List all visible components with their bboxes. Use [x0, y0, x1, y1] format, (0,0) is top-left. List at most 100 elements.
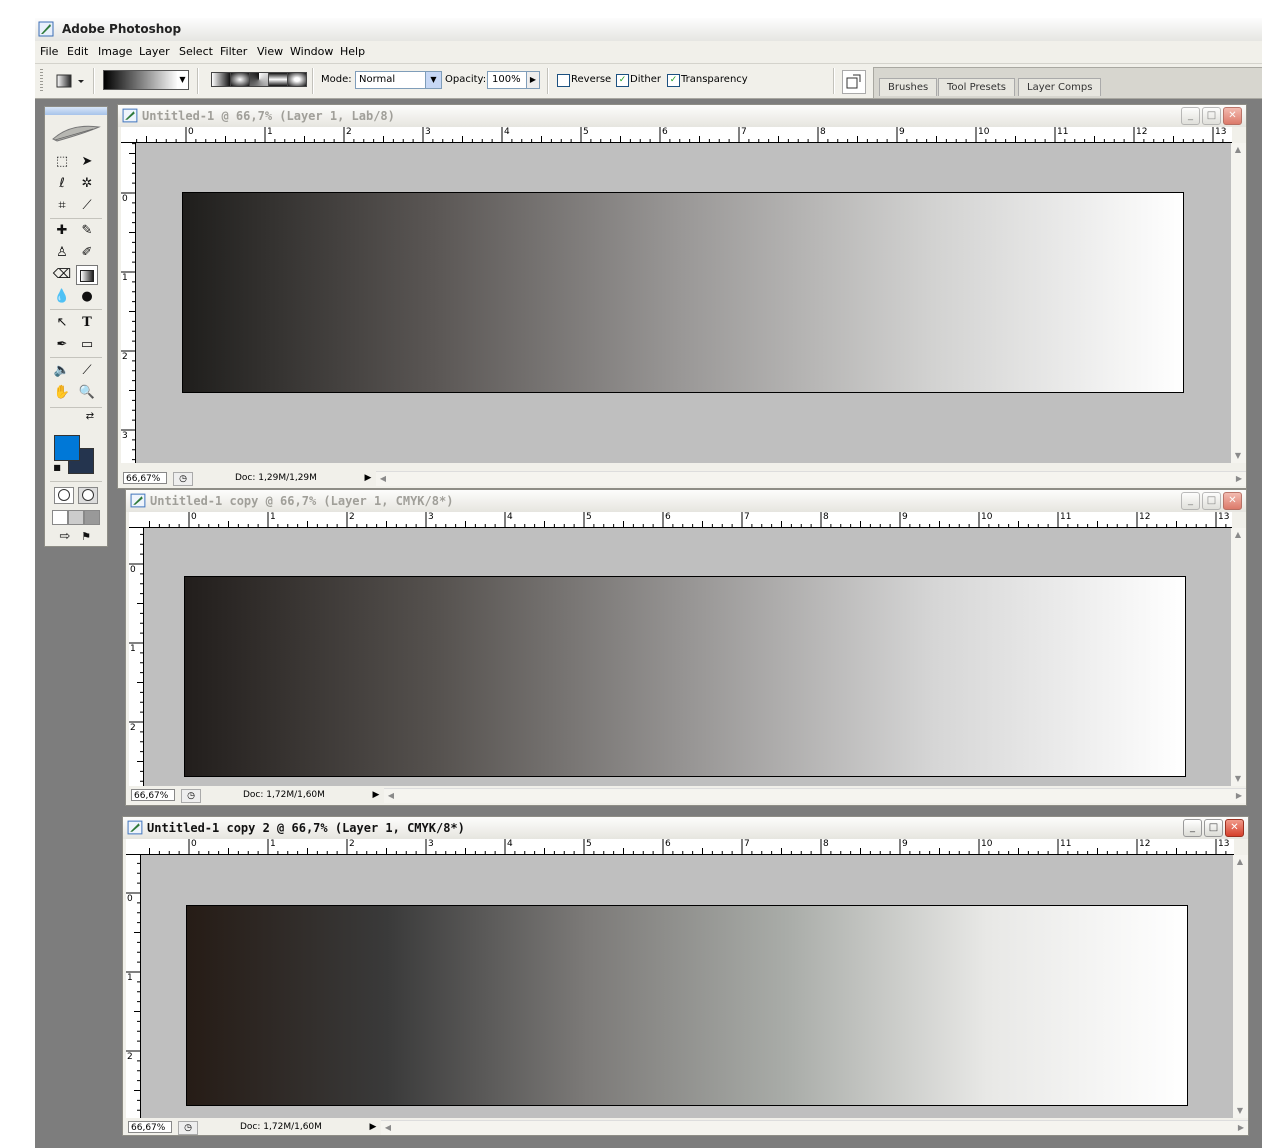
ruler-origin[interactable] — [129, 512, 145, 528]
eyedropper-tool-icon[interactable]: ⟋ — [76, 361, 98, 381]
scroll-up-icon[interactable]: ▲ — [1231, 528, 1245, 542]
move-tool-icon[interactable]: ➤ — [76, 152, 98, 172]
close-button[interactable]: ✕ — [1225, 819, 1244, 837]
gradient-picker-preview[interactable] — [103, 70, 179, 90]
document-window-2[interactable]: Untitled-1 copy @ 66,7% (Layer 1, CMYK/8… — [125, 489, 1247, 806]
zoom-field[interactable]: 66,67% — [131, 789, 175, 801]
standard-mode-button[interactable] — [54, 487, 74, 504]
linear-gradient-button[interactable] — [211, 72, 231, 87]
menu-layer[interactable]: Layer — [139, 45, 170, 58]
minimize-button[interactable]: _ — [1183, 819, 1202, 837]
zoom-field[interactable]: 66,67% — [123, 472, 167, 484]
minimize-button[interactable]: _ — [1181, 492, 1200, 510]
document-3-canvas[interactable] — [141, 855, 1234, 1118]
scroll-right-icon[interactable]: ▶ — [1232, 472, 1246, 486]
opacity-field[interactable]: 100% ▶ — [487, 71, 540, 89]
options-bar-grip[interactable] — [40, 69, 43, 93]
vertical-scrollbar[interactable]: ▲ ▼ — [1231, 528, 1246, 786]
gradient-layer[interactable] — [182, 192, 1184, 393]
blur-tool-icon[interactable]: 💧 — [51, 287, 73, 307]
menu-help[interactable]: Help — [340, 45, 365, 58]
transparency-checkbox[interactable]: ✓ — [667, 74, 680, 87]
shape-tool-icon[interactable]: ▭ — [76, 335, 98, 355]
clone-stamp-tool-icon[interactable]: ♙ — [51, 243, 73, 263]
ruler-origin[interactable] — [126, 839, 142, 855]
scroll-down-icon[interactable]: ▼ — [1231, 449, 1245, 463]
vertical-ruler[interactable]: 0 1 2 3 — [121, 143, 136, 463]
reverse-checkbox[interactable] — [557, 74, 570, 87]
foreground-color-swatch[interactable] — [54, 435, 80, 461]
type-tool-icon[interactable]: T — [76, 313, 98, 333]
vertical-scrollbar[interactable]: ▲ ▼ — [1233, 855, 1248, 1118]
quick-mask-mode-button[interactable] — [78, 487, 98, 504]
feather-logo-icon[interactable] — [49, 119, 103, 145]
menu-file[interactable]: File — [40, 45, 58, 58]
zoom-tool-icon[interactable]: 🔍 — [76, 383, 98, 403]
slice-tool-icon[interactable]: ⟋ — [76, 196, 98, 216]
vertical-ruler[interactable]: 0 1 2 — [129, 528, 144, 786]
scroll-down-icon[interactable]: ▼ — [1231, 772, 1245, 786]
horizontal-scrollbar[interactable]: ◀ ▶ — [376, 471, 1246, 486]
minimize-button[interactable]: _ — [1181, 107, 1200, 125]
status-menu-arrow-icon[interactable]: ▶ — [363, 472, 373, 484]
document-window-3[interactable]: Untitled-1 copy 2 @ 66,7% (Layer 1, CMYK… — [122, 816, 1249, 1136]
status-icon[interactable]: ◷ — [173, 472, 193, 486]
close-button[interactable]: ✕ — [1223, 492, 1242, 510]
status-icon[interactable]: ◷ — [181, 789, 201, 803]
scroll-right-icon[interactable]: ▶ — [1234, 1121, 1248, 1135]
full-screen-menu-mode-button[interactable] — [68, 510, 84, 525]
toolbox-drag-handle[interactable] — [45, 107, 107, 115]
dodge-tool-icon[interactable]: ● — [76, 287, 98, 307]
mode-select[interactable]: Normal ▼ — [355, 71, 442, 89]
pen-tool-icon[interactable]: ✒ — [51, 335, 73, 355]
full-screen-mode-button[interactable] — [84, 510, 100, 525]
brush-tool-icon[interactable]: ✎ — [76, 221, 98, 241]
maximize-button[interactable]: □ — [1202, 492, 1221, 510]
dither-checkbox[interactable]: ✓ — [616, 74, 629, 87]
scroll-left-icon[interactable]: ◀ — [384, 789, 398, 803]
default-colors-icon[interactable]: ■ — [51, 462, 63, 474]
vertical-ruler[interactable]: 0 1 2 — [126, 855, 141, 1118]
standard-screen-mode-button[interactable] — [52, 510, 68, 525]
horizontal-scrollbar[interactable]: ◀ ▶ — [384, 788, 1246, 803]
status-menu-arrow-icon[interactable]: ▶ — [371, 789, 381, 801]
reflected-gradient-button[interactable] — [268, 72, 288, 87]
gradient-picker-dropdown[interactable]: ▼ — [177, 70, 189, 90]
horizontal-ruler[interactable]: 0 1 2 3 4 5 6 7 8 9 10 11 12 13 — [144, 512, 1232, 528]
document-1-canvas[interactable] — [136, 143, 1232, 463]
tab-tool-presets[interactable]: Tool Presets — [938, 78, 1015, 96]
marquee-tool-icon[interactable]: ⬚ — [51, 152, 73, 172]
opacity-slider-arrow-icon[interactable]: ▶ — [526, 72, 539, 88]
tab-layer-comps[interactable]: Layer Comps — [1018, 78, 1102, 96]
document-2-title-bar[interactable]: Untitled-1 copy @ 66,7% (Layer 1, CMYK/8… — [126, 490, 1246, 512]
scroll-down-icon[interactable]: ▼ — [1233, 1104, 1247, 1118]
document-window-1[interactable]: Untitled-1 @ 66,7% (Layer 1, Lab/8) _ □ … — [117, 104, 1247, 489]
horizontal-scrollbar[interactable]: ◀ ▶ — [381, 1120, 1248, 1135]
scroll-up-icon[interactable]: ▲ — [1231, 143, 1245, 157]
eraser-tool-icon[interactable]: ⌫ — [51, 265, 73, 285]
status-icon[interactable]: ◷ — [178, 1121, 198, 1135]
menu-view[interactable]: View — [257, 45, 283, 58]
tool-preset-picker[interactable] — [53, 71, 89, 91]
chevron-down-icon[interactable]: ▼ — [425, 72, 441, 88]
document-1-title-bar[interactable]: Untitled-1 @ 66,7% (Layer 1, Lab/8) _ □ … — [118, 105, 1246, 127]
horizontal-ruler[interactable]: 0 1 2 3 4 5 6 7 8 9 10 11 12 13 — [141, 839, 1234, 855]
palette-well-toggle-button[interactable] — [842, 70, 866, 94]
notes-tool-icon[interactable]: 🔈 — [51, 361, 73, 381]
radial-gradient-button[interactable] — [230, 72, 250, 87]
menu-window[interactable]: Window — [290, 45, 333, 58]
lasso-tool-icon[interactable]: ℓ — [51, 174, 73, 194]
tab-brushes[interactable]: Brushes — [879, 78, 938, 96]
close-button[interactable]: ✕ — [1223, 107, 1242, 125]
status-menu-arrow-icon[interactable]: ▶ — [368, 1121, 378, 1133]
maximize-button[interactable]: □ — [1204, 819, 1223, 837]
magic-wand-tool-icon[interactable]: ✲ — [76, 174, 98, 194]
gradient-layer[interactable] — [186, 905, 1188, 1106]
ruler-origin[interactable] — [121, 127, 137, 143]
gradient-layer[interactable] — [184, 576, 1186, 777]
vertical-scrollbar[interactable]: ▲ ▼ — [1231, 143, 1246, 463]
menu-image[interactable]: Image — [98, 45, 132, 58]
swap-colors-icon[interactable]: ⇄ — [83, 410, 97, 424]
maximize-button[interactable]: □ — [1202, 107, 1221, 125]
diamond-gradient-button[interactable] — [287, 72, 307, 87]
